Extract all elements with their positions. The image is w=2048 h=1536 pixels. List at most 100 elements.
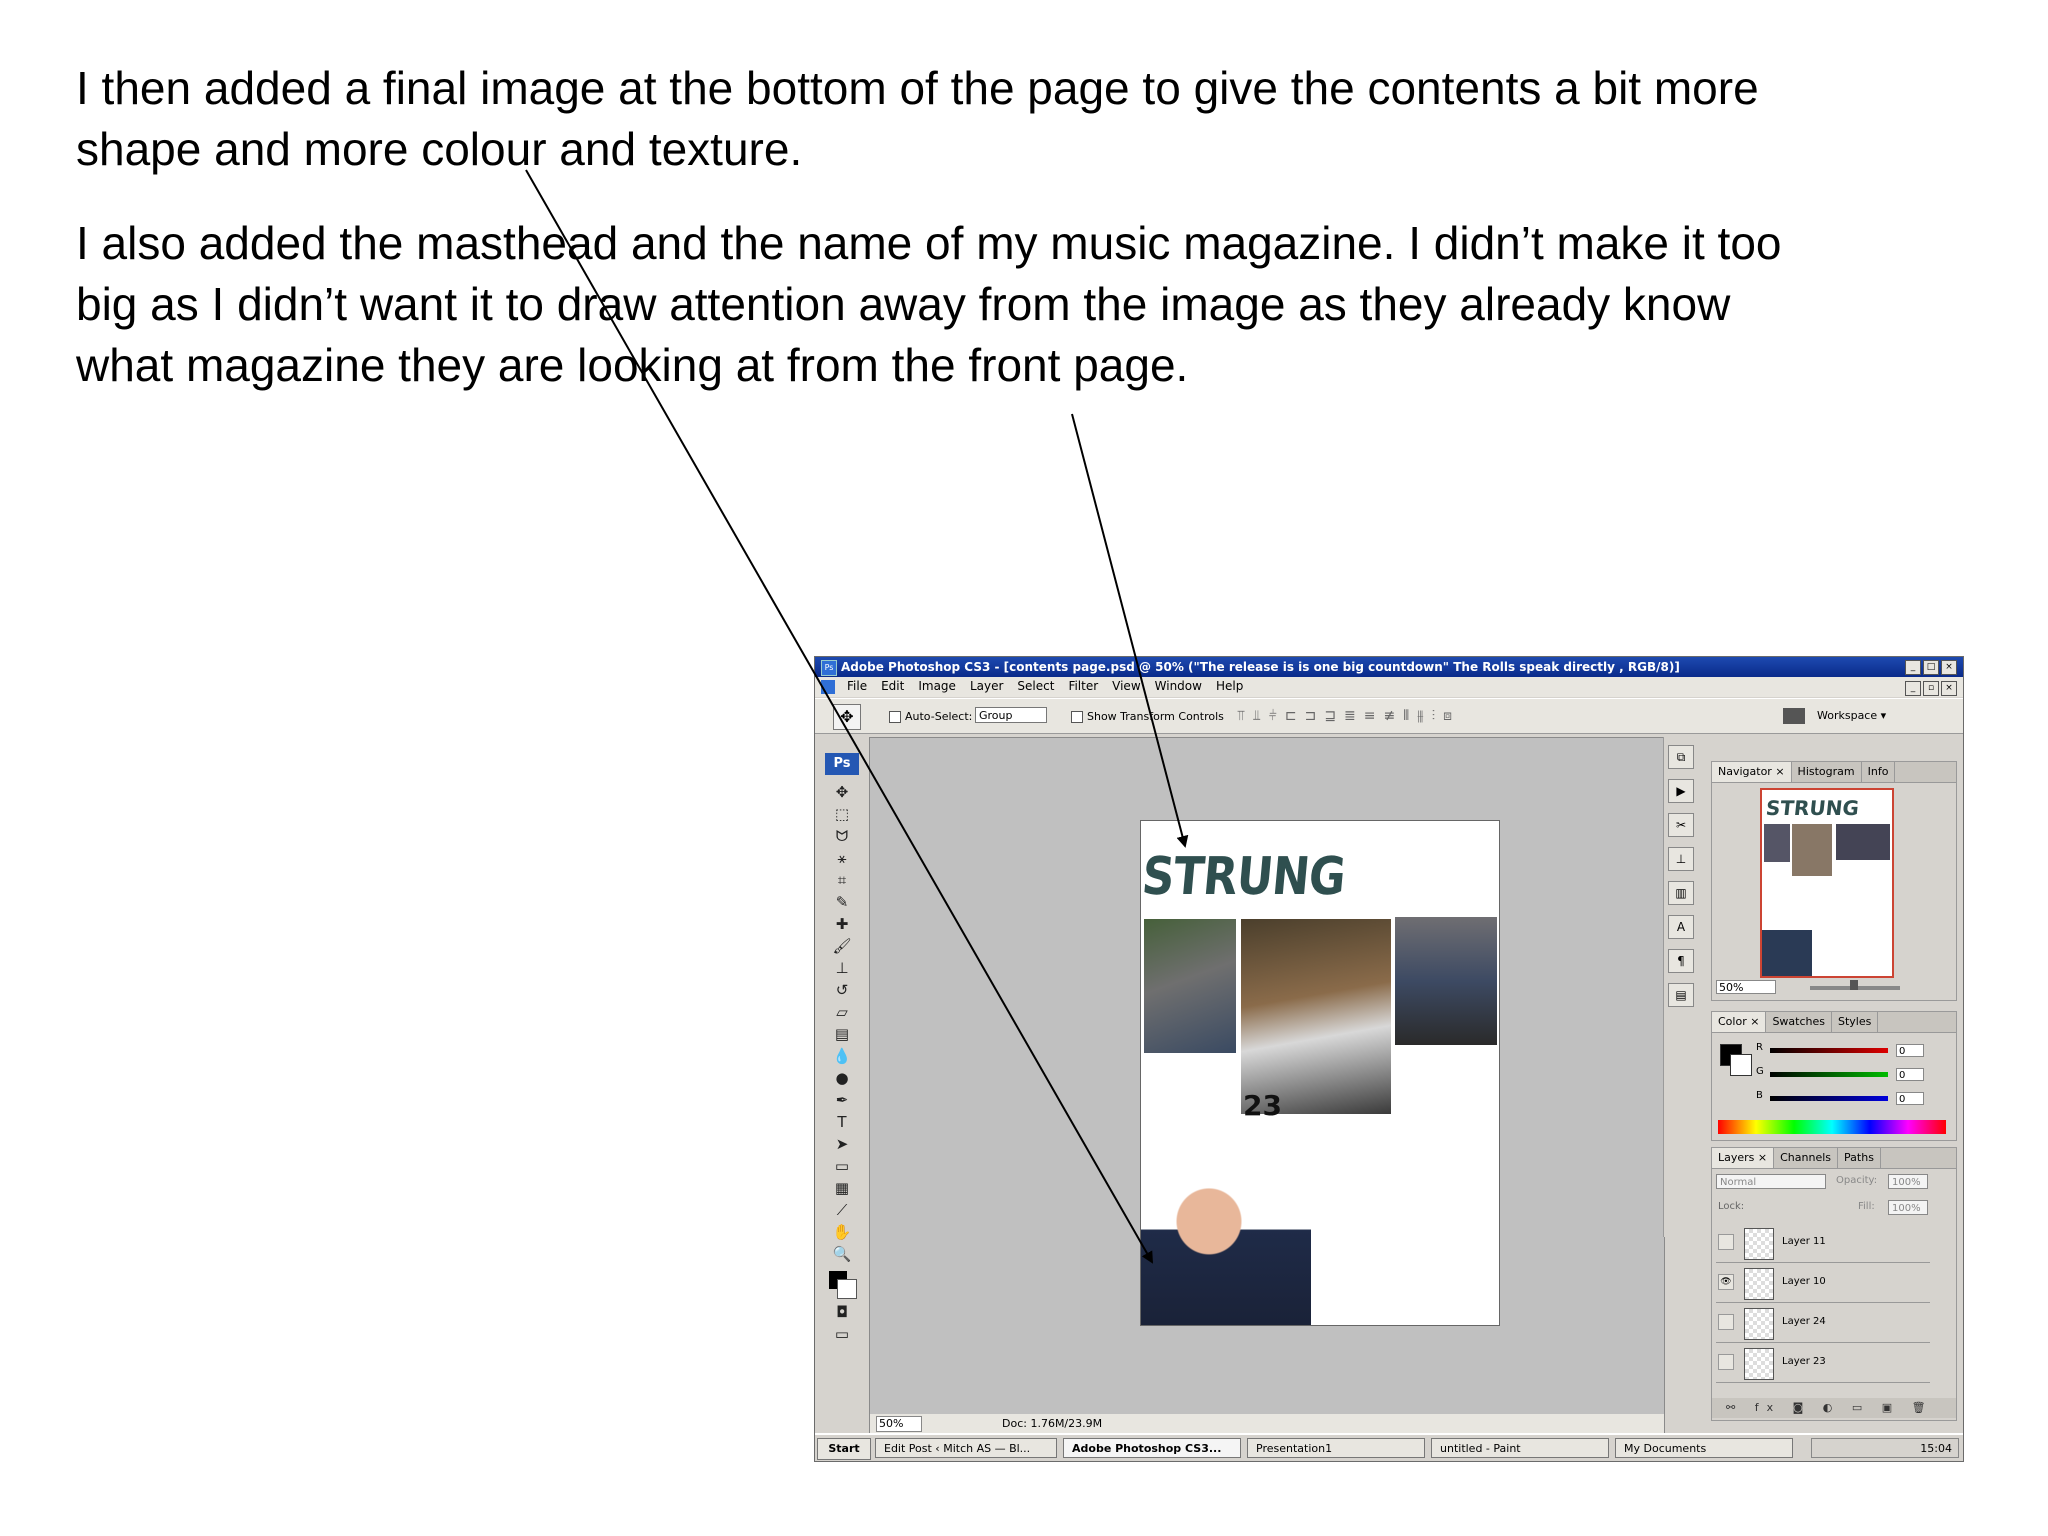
- taskbar-item[interactable]: My Documents: [1615, 1438, 1793, 1458]
- workspace-menu[interactable]: Workspace ▾: [1783, 705, 1886, 727]
- layer-row[interactable]: 👁 Layer 10: [1716, 1264, 1930, 1303]
- align-top-icon[interactable]: ⫪: [1237, 708, 1245, 724]
- color-swatches[interactable]: [823, 1265, 861, 1301]
- blue-slider[interactable]: B 0: [1756, 1090, 1952, 1106]
- gradient-tool-icon[interactable]: ▤: [823, 1023, 861, 1045]
- move-tool-preset-icon[interactable]: ✥: [833, 704, 861, 730]
- red-value[interactable]: 0: [1896, 1044, 1924, 1057]
- opacity-field[interactable]: 100%: [1888, 1174, 1928, 1189]
- blend-mode-select[interactable]: Normal: [1716, 1174, 1826, 1189]
- red-slider[interactable]: R 0: [1756, 1042, 1952, 1058]
- doc-size-info[interactable]: Doc: 1.76M/23.9M: [1002, 1414, 1102, 1434]
- eyedropper-tool-icon[interactable]: ⟋: [823, 1199, 861, 1221]
- blue-track[interactable]: [1770, 1096, 1888, 1101]
- tab-navigator[interactable]: Navigator ×: [1712, 762, 1792, 782]
- layer-row[interactable]: Layer 11: [1716, 1224, 1930, 1263]
- tab-channels[interactable]: Channels: [1774, 1148, 1839, 1168]
- clone-source-icon[interactable]: ⊥: [1668, 847, 1694, 871]
- green-slider[interactable]: G 0: [1756, 1066, 1952, 1082]
- red-track[interactable]: [1770, 1048, 1888, 1053]
- quick-mask-icon[interactable]: ◘: [823, 1301, 861, 1323]
- navigator-zoom-field[interactable]: 50%: [1716, 980, 1776, 994]
- play-panel-icon[interactable]: ▶: [1668, 779, 1694, 803]
- type-tool-icon[interactable]: T: [823, 1111, 861, 1133]
- taskbar-item[interactable]: Presentation1: [1247, 1438, 1425, 1458]
- distribute-right-icon[interactable]: ⫶: [1432, 708, 1436, 724]
- align-left-icon[interactable]: ⊏: [1285, 708, 1297, 724]
- layer-row[interactable]: Layer 24: [1716, 1304, 1930, 1343]
- path-selection-tool-icon[interactable]: ➤: [823, 1133, 861, 1155]
- green-value[interactable]: 0: [1896, 1068, 1924, 1081]
- tab-histogram[interactable]: Histogram: [1792, 762, 1862, 782]
- distribute-bottom-icon[interactable]: ≢: [1384, 708, 1396, 724]
- green-track[interactable]: [1770, 1072, 1888, 1077]
- show-transform-checkbox[interactable]: Show Transform Controls: [1071, 710, 1224, 723]
- move-tool-icon[interactable]: ✥: [823, 781, 861, 803]
- document-canvas[interactable]: STRUNG 23: [1140, 820, 1500, 1326]
- paragraph-panel-icon[interactable]: ¶: [1668, 949, 1694, 973]
- hand-tool-icon[interactable]: ✋: [823, 1221, 861, 1243]
- notes-tool-icon[interactable]: ▦: [823, 1177, 861, 1199]
- dodge-tool-icon[interactable]: ●: [823, 1067, 861, 1089]
- auto-align-icon[interactable]: ⧈: [1443, 708, 1452, 724]
- menu-file[interactable]: File: [847, 679, 867, 693]
- crop-tool-icon[interactable]: ⌗: [823, 869, 861, 891]
- eraser-tool-icon[interactable]: ▱: [823, 1001, 861, 1023]
- blue-value[interactable]: 0: [1896, 1092, 1924, 1105]
- healing-brush-tool-icon[interactable]: ✚: [823, 913, 861, 935]
- tab-swatches[interactable]: Swatches: [1766, 1012, 1832, 1032]
- menu-view[interactable]: View: [1112, 679, 1140, 693]
- align-center-icon[interactable]: ⊐: [1305, 708, 1317, 724]
- taskbar-item[interactable]: Adobe Photoshop CS3...: [1063, 1438, 1241, 1458]
- auto-select-checkbox[interactable]: Auto-Select:: [889, 710, 972, 723]
- tab-layers[interactable]: Layers ×: [1712, 1148, 1775, 1168]
- character-panel-icon[interactable]: A: [1668, 915, 1694, 939]
- maximize-button[interactable]: □: [1923, 660, 1939, 675]
- tab-styles[interactable]: Styles: [1832, 1012, 1879, 1032]
- menu-help[interactable]: Help: [1216, 679, 1243, 693]
- distribute-left-icon[interactable]: ⫴: [1403, 708, 1409, 724]
- doc-minimize-button[interactable]: _: [1905, 681, 1921, 696]
- brushes-panel-icon[interactable]: ▥: [1668, 881, 1694, 905]
- taskbar-item[interactable]: Edit Post ‹ Mitch AS — Bl...: [875, 1438, 1057, 1458]
- brush-tool-icon[interactable]: 🖌: [823, 935, 861, 957]
- blur-tool-icon[interactable]: 💧: [823, 1045, 861, 1067]
- tab-info[interactable]: Info: [1862, 762, 1896, 782]
- history-brush-tool-icon[interactable]: ↺: [823, 979, 861, 1001]
- tab-paths[interactable]: Paths: [1838, 1148, 1881, 1168]
- color-spectrum-bar[interactable]: [1718, 1120, 1946, 1134]
- shape-tool-icon[interactable]: ▭: [823, 1155, 861, 1177]
- actions-panel-icon[interactable]: ⧉: [1668, 745, 1694, 769]
- fill-field[interactable]: 100%: [1888, 1200, 1928, 1215]
- menu-select[interactable]: Select: [1017, 679, 1054, 693]
- title-bar[interactable]: Ps Adobe Photoshop CS3 - [contents page.…: [815, 657, 1963, 677]
- slice-tool-icon[interactable]: ✎: [823, 891, 861, 913]
- align-right-icon[interactable]: ⊒: [1324, 708, 1336, 724]
- menu-layer[interactable]: Layer: [970, 679, 1003, 693]
- distribute-top-icon[interactable]: ≣: [1344, 708, 1356, 724]
- eye-icon[interactable]: 👁: [1718, 1274, 1734, 1290]
- start-button[interactable]: Start: [817, 1438, 871, 1460]
- align-middle-icon[interactable]: ⫫: [1253, 708, 1261, 724]
- tab-color[interactable]: Color ×: [1712, 1012, 1767, 1032]
- pen-tool-icon[interactable]: ✒: [823, 1089, 861, 1111]
- navigator-preview[interactable]: STRUNG: [1760, 788, 1894, 978]
- minimize-button[interactable]: _: [1905, 660, 1921, 675]
- align-bottom-icon[interactable]: ⫩: [1269, 708, 1277, 724]
- screen-mode-icon[interactable]: ▭: [823, 1323, 861, 1345]
- clone-stamp-tool-icon[interactable]: ⊥: [823, 957, 861, 979]
- zoom-field[interactable]: 50%: [876, 1416, 922, 1432]
- visibility-toggle[interactable]: [1718, 1354, 1734, 1370]
- visibility-toggle[interactable]: [1718, 1234, 1734, 1250]
- menu-edit[interactable]: Edit: [881, 679, 904, 693]
- doc-close-button[interactable]: ×: [1941, 681, 1957, 696]
- tool-presets-icon[interactable]: ✂: [1668, 813, 1694, 837]
- background-color[interactable]: [837, 1279, 857, 1299]
- marquee-tool-icon[interactable]: ⬚: [823, 803, 861, 825]
- navigator-zoom-handle[interactable]: [1850, 980, 1858, 990]
- close-button[interactable]: ×: [1941, 660, 1957, 675]
- taskbar-item[interactable]: untitled - Paint: [1431, 1438, 1609, 1458]
- canvas-area[interactable]: STRUNG 23 50% Doc: 1.76M/23.9M: [869, 737, 1665, 1437]
- visibility-toggle[interactable]: [1718, 1314, 1734, 1330]
- doc-restore-button[interactable]: ▫: [1923, 681, 1939, 696]
